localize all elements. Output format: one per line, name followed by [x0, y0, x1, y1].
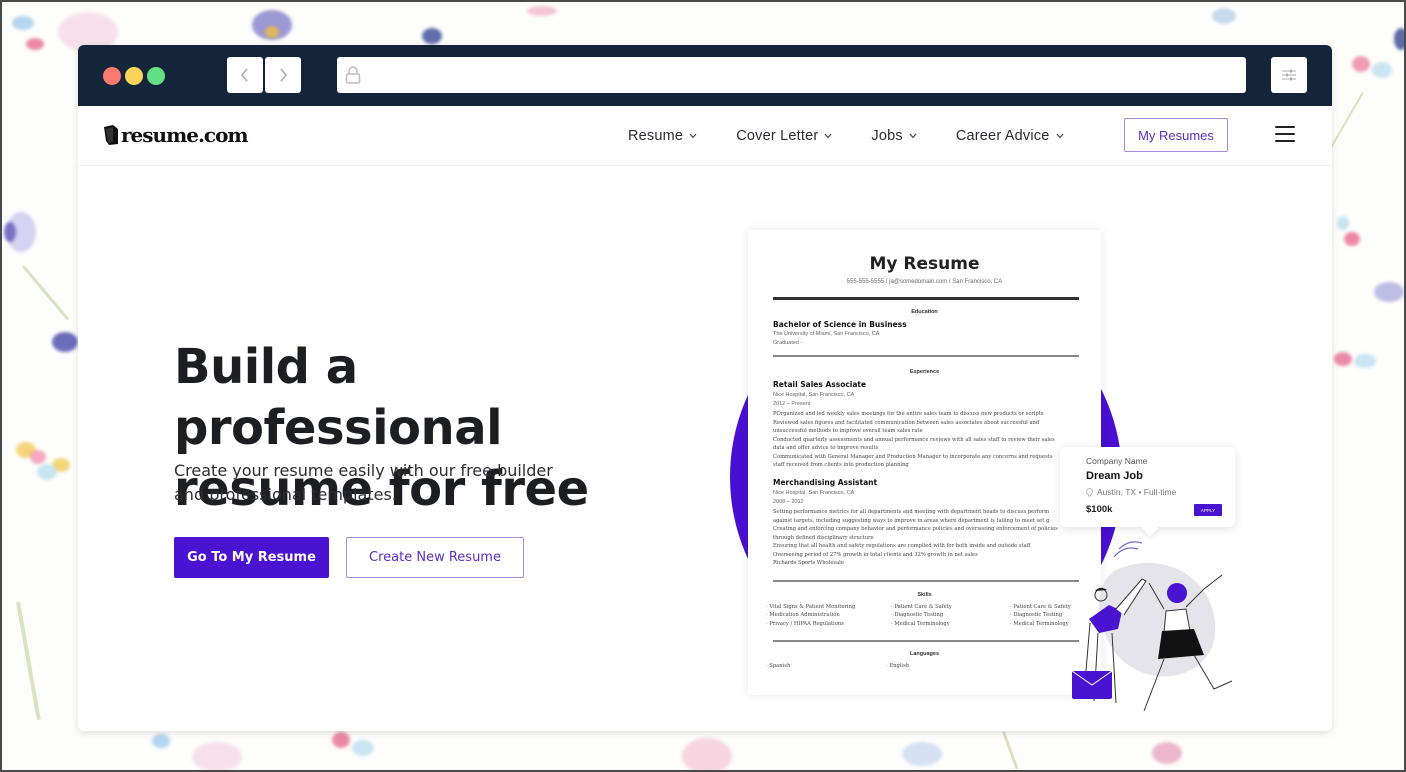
site-header: resume.com Resume Cover Letter Jobs Care… [78, 106, 1332, 166]
chevron-down-icon [689, 133, 697, 139]
hamburger-icon[interactable] [1275, 126, 1295, 144]
skill-item: · Diagnostic Testing [891, 612, 944, 619]
job-card: Company Name Dream Job Austin, TX • Full… [1060, 447, 1235, 537]
chevron-down-icon [1056, 133, 1063, 139]
maximize-window-button[interactable] [147, 67, 165, 85]
nav-item-cover-letter[interactable]: Cover Letter [736, 128, 832, 144]
job-location: Nice Hospital, San Francisco, CA [773, 490, 855, 496]
section-heading-experience: Experience [909, 369, 940, 375]
nav-item-label: Jobs [871, 128, 903, 144]
language-item: · Spanish [766, 663, 791, 669]
nav-item-resume[interactable]: Resume [628, 128, 697, 144]
nav-item-label: Resume [628, 128, 684, 144]
job-line: unsuccessful methods to improve overall … [773, 428, 923, 434]
job-line: POrganized and led weekly sales meetings… [773, 411, 1044, 417]
job-description: POrganized and led weekly sales meetings… [773, 410, 1073, 470]
resume-contact: 555-555-5555 / ja@somedomain.com / San F… [846, 279, 1003, 285]
sliders-icon [1282, 69, 1296, 81]
section-heading-languages: Languages [909, 651, 940, 657]
resume-divider [773, 297, 1079, 300]
job-line: Reviewed sales figures and facilitated c… [773, 419, 1040, 426]
job-line: data and offer advice to improve results [773, 445, 879, 451]
skills-column: · Vital Signs & Patient Monitoring · Med… [766, 603, 855, 628]
hero-title-line1: Build a professional [174, 339, 503, 456]
logo-text: resume.com [121, 123, 249, 147]
resume-title: My Resume [869, 254, 980, 274]
apply-button[interactable]: APPLY [1194, 504, 1222, 516]
chevron-left-icon [241, 68, 248, 82]
hero-subtitle-line1: Create your resume easily with our free … [174, 461, 553, 480]
my-resumes-button[interactable]: My Resumes [1124, 118, 1228, 152]
section-heading-skills: Skills [917, 592, 932, 598]
chevron-down-icon [909, 133, 917, 139]
close-window-button[interactable] [103, 67, 121, 85]
lock-icon [345, 66, 361, 84]
job-card-salary: $100k [1086, 504, 1113, 515]
skill-item: · Medical Terminology [891, 620, 950, 627]
job-line: staff received from clients into product… [773, 462, 909, 468]
map-pin-icon [1086, 487, 1093, 497]
browser-window: resume.com Resume Cover Letter Jobs Care… [78, 45, 1332, 731]
job-card-location: Austin, TX • Full-time [1086, 487, 1176, 497]
resume-logo-icon [104, 125, 118, 145]
skill-item: · Vital Signs & Patient Monitoring [766, 604, 856, 610]
language-item: · English [886, 663, 910, 669]
job-dates: 2012 – Present [773, 401, 811, 407]
resume-divider [773, 580, 1079, 582]
job-line: Creating and enforcing company behavior … [773, 526, 1058, 532]
address-bar[interactable] [337, 57, 1246, 93]
skill-item: · Privacy / HIPAA Regulations [766, 620, 844, 627]
resume-divider [773, 355, 1079, 357]
job-line: Communicated with General Manager and Pr… [773, 453, 1053, 460]
chevron-down-icon [824, 133, 832, 139]
job-card-pointer [1141, 519, 1159, 537]
job-line: Setting performance metrics for all depa… [773, 509, 1050, 515]
job-card-title: Dream Job [1086, 470, 1143, 482]
job-location: Nice Hospital, San Francisco, CA [773, 392, 855, 398]
nav-item-label: Cover Letter [736, 128, 819, 144]
url-input[interactable] [369, 57, 1238, 93]
job-line: through defined disciplinary structure [773, 534, 874, 541]
site-logo[interactable]: resume.com [102, 123, 249, 147]
create-new-resume-button[interactable]: Create New Resume [346, 537, 524, 578]
section-heading-education: Education [911, 309, 938, 315]
nav-item-jobs[interactable]: Jobs [871, 128, 917, 144]
minimize-window-button[interactable] [125, 67, 143, 85]
skill-item: · Medication Administration [766, 612, 840, 619]
job-line: Richards Sports Wholesale [773, 560, 844, 566]
chevron-right-icon [280, 68, 287, 82]
job-line: Conducted quarterly assessments and annu… [773, 436, 1055, 443]
job-description: Setting performance metrics for all depa… [773, 508, 1073, 568]
job-company: Company Name [1086, 456, 1148, 466]
hero-subtitle-line2: and professional templates. [174, 485, 397, 504]
browser-toolbar [78, 45, 1332, 106]
job-line: Overseeing period of 27% growth in total… [773, 551, 978, 558]
job-title: Retail Sales Associate [773, 380, 867, 389]
job-title: Merchandising Assistant [773, 478, 878, 487]
resume-preview-card: My Resume 555-555-5555 / ja@somedomain.c… [748, 230, 1101, 695]
back-button[interactable] [227, 57, 263, 93]
resume-divider [773, 640, 1079, 642]
go-to-my-resume-button[interactable]: Go To My Resume [174, 537, 329, 578]
nav-item-career-advice[interactable]: Career Advice [956, 128, 1064, 144]
skills-column: · Patient Care & Safety · Diagnostic Tes… [891, 603, 952, 628]
education-degree: Bachelor of Science in Business [773, 320, 907, 329]
main-nav: Resume Cover Letter Jobs Career Advice [628, 106, 1103, 166]
browser-settings-button[interactable] [1271, 57, 1307, 93]
forward-button[interactable] [265, 57, 301, 93]
nav-item-label: Career Advice [955, 128, 1050, 144]
job-dates: 2008 – 2012 [773, 499, 804, 505]
skill-item: · Patient Care & Safety [891, 604, 952, 610]
job-line: against targets, including suggesting wa… [773, 517, 1050, 524]
job-line: Ensuring that all health and safety regu… [773, 543, 1031, 549]
high-five-illustration [1071, 541, 1233, 712]
education-graduated: Graduated - [773, 340, 803, 346]
hero-subtitle: Create your resume easily with our free … [174, 459, 574, 507]
education-school: The University of Miami, San Francisco, … [773, 331, 880, 337]
